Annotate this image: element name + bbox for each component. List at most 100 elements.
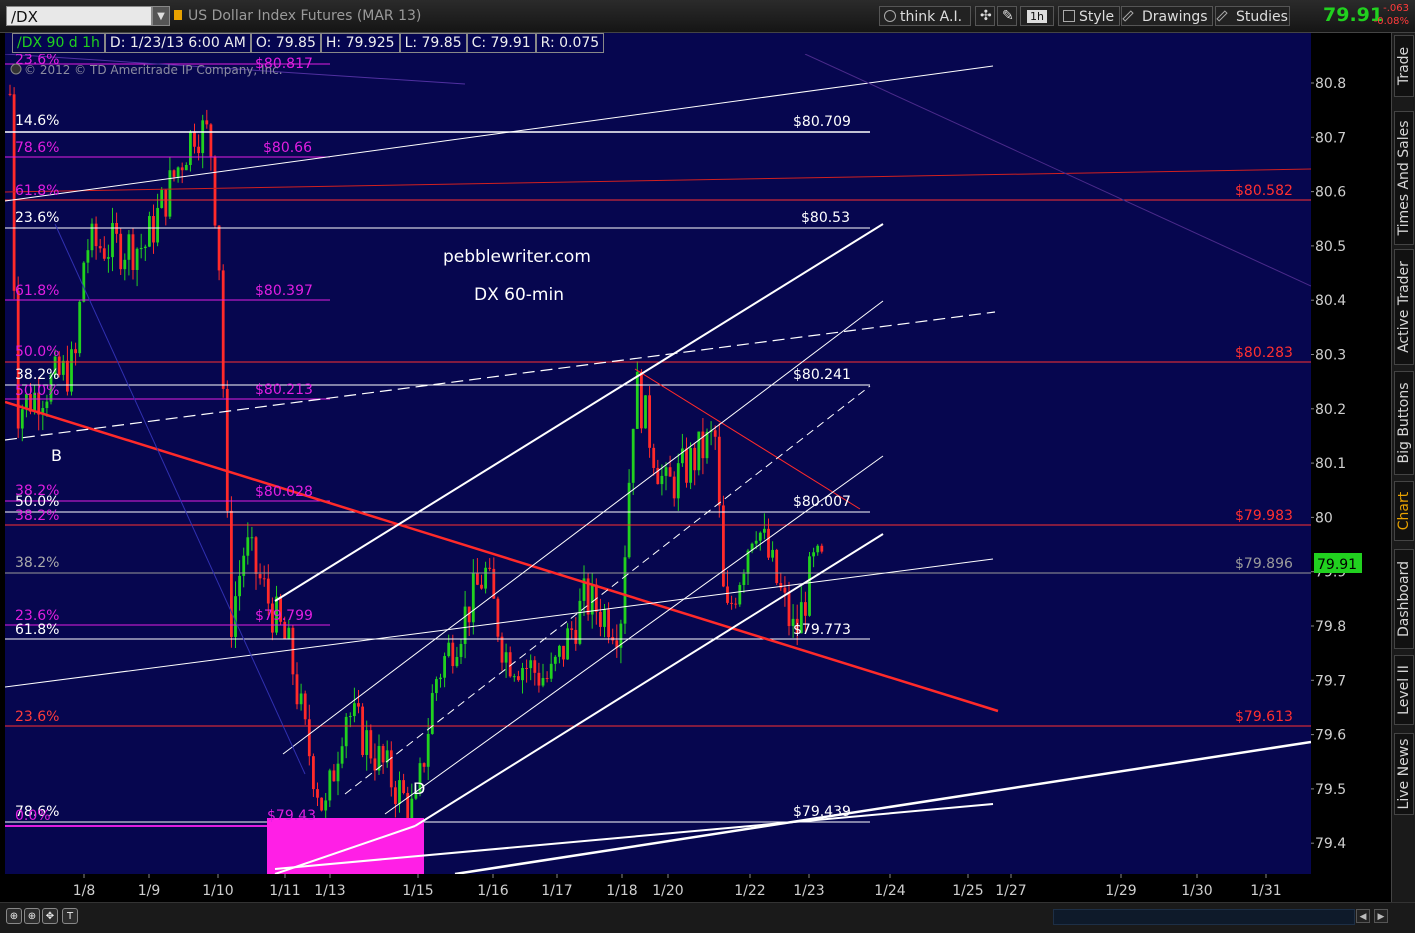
candle-body <box>676 463 680 499</box>
candle-body <box>250 537 254 539</box>
scroll-left-icon[interactable]: ◀ <box>1356 909 1370 923</box>
pct-500-magenta-b: 50.0% <box>15 383 59 399</box>
candle-body <box>373 758 377 771</box>
zoom-out-icon[interactable]: ⊕ <box>24 908 40 924</box>
candle-body <box>254 537 258 575</box>
style-button[interactable]: Style <box>1058 6 1120 26</box>
crosshair-tool-button[interactable]: ✣ <box>975 6 995 26</box>
candle-body <box>549 663 553 679</box>
zoom-in-icon[interactable]: ⊕ <box>6 908 22 924</box>
drawings-button[interactable]: Drawings <box>1121 6 1213 26</box>
tab-big-buttons[interactable]: Big Buttons <box>1394 371 1414 475</box>
candle-body <box>652 447 656 468</box>
price-tick-label: 79.8 <box>1315 619 1346 635</box>
time-tick-label: 1/25 <box>952 883 983 899</box>
tab-live-news[interactable]: Live News <box>1394 733 1414 815</box>
candle-body <box>328 770 332 801</box>
pan-icon[interactable]: ✥ <box>42 908 58 924</box>
candle-body <box>139 248 143 250</box>
studies-button[interactable]: Studies <box>1215 6 1290 26</box>
time-tick-label: 1/11 <box>269 883 300 899</box>
tab-active-trader[interactable]: Active Trader <box>1394 249 1414 365</box>
candle-body <box>681 448 684 464</box>
candle-body <box>455 656 459 667</box>
candle-body <box>689 447 692 483</box>
pct-236-magenta-b: 23.6% <box>15 608 59 624</box>
candle-body <box>398 780 401 805</box>
studies-icon <box>1216 10 1228 22</box>
think-ai-icon <box>884 10 896 22</box>
tab-times-and-sales-label: Times And Sales <box>1396 120 1412 236</box>
candle-body <box>164 189 168 217</box>
candle-body <box>525 667 528 669</box>
info-high: H: 79.925 <box>320 33 400 53</box>
candle-body <box>820 545 824 552</box>
price-tick-label: 79.7 <box>1315 673 1346 689</box>
pct-236-white: 23.6% <box>15 210 59 226</box>
scroll-right-icon[interactable]: ▶ <box>1374 909 1388 923</box>
tab-times-and-sales[interactable]: Times And Sales <box>1394 111 1414 245</box>
price-chart[interactable]: $80.709 $80.53 $80.241 $80.007 $79.773 $… <box>5 54 1311 874</box>
wrench-icon: ✎ <box>1002 8 1014 24</box>
candle-body <box>82 262 86 302</box>
think-ai-button[interactable]: think A.I. <box>879 6 971 26</box>
candle-body <box>787 592 791 627</box>
time-scrollbar[interactable] <box>1053 909 1355 925</box>
price-axis[interactable]: 80.880.780.680.580.480.380.280.18079.979… <box>1311 33 1388 902</box>
chart-menu-icon[interactable] <box>10 63 22 75</box>
tab-level-ii[interactable]: Level II <box>1394 655 1414 725</box>
candle-body <box>295 674 299 705</box>
tab-dashboard[interactable]: Dashboard <box>1394 549 1414 649</box>
drawings-label: Drawings <box>1142 9 1208 25</box>
candle-body <box>246 537 250 556</box>
watermark-site: pebblewriter.com <box>443 247 591 267</box>
tab-dashboard-label: Dashboard <box>1396 561 1412 637</box>
candle-body <box>471 572 475 623</box>
candle-body <box>631 428 635 483</box>
text-tool-icon[interactable]: T <box>62 908 78 924</box>
candle-body <box>107 257 110 259</box>
candle-body <box>521 667 524 681</box>
candle-body <box>262 578 266 580</box>
time-ticks: 1/8 1/9 1/10 1/11 1/13 1/15 1/16 1/17 1/18 1/20 1/… <box>73 874 1282 899</box>
time-tick-label: 1/13 <box>314 883 345 899</box>
time-axis[interactable]: 1/8 1/9 1/10 1/11 1/13 1/15 1/16 1/17 1/18 1/20 1/… <box>0 874 1312 902</box>
candle-body <box>389 750 393 788</box>
candle-body <box>685 448 688 483</box>
candle-body <box>693 447 697 471</box>
symbol-dropdown-button[interactable]: ▼ <box>152 6 170 26</box>
label-80397: $80.397 <box>255 283 313 299</box>
tab-active-trader-label: Active Trader <box>1396 261 1412 353</box>
candle-body <box>816 545 820 553</box>
tab-trade[interactable]: Trade <box>1394 35 1414 97</box>
channel-upper-line <box>274 223 884 602</box>
pct-236-red: 23.6% <box>15 709 59 725</box>
candle-body <box>156 207 159 243</box>
price-tick-label: 80.6 <box>1315 185 1346 201</box>
candle-body <box>664 467 668 476</box>
time-tick-label: 1/22 <box>734 883 765 899</box>
candle-body <box>570 628 574 630</box>
price-tick-label: 80.1 <box>1315 456 1346 472</box>
candle-body <box>184 164 188 171</box>
candle-body <box>512 676 516 678</box>
candle-body <box>205 120 209 125</box>
symbol-input[interactable]: /DX <box>6 6 152 26</box>
candle-body <box>648 395 651 448</box>
candle-body <box>324 800 328 811</box>
candle-body <box>143 246 147 249</box>
studies-label: Studies <box>1236 9 1288 25</box>
candle-body <box>78 301 82 354</box>
candle-body <box>717 436 721 506</box>
candle-body <box>599 611 602 627</box>
trend-line-red-upper <box>5 168 1311 193</box>
candle-body <box>496 598 500 637</box>
timeframe-button[interactable]: 1h <box>1020 6 1054 26</box>
tab-chart[interactable]: Chart <box>1394 481 1414 541</box>
pct-146: 14.6% <box>15 113 59 129</box>
wrench-tool-button[interactable]: ✎ <box>997 6 1017 26</box>
time-tick-label: 1/20 <box>652 883 683 899</box>
wave-label-d: D <box>413 779 425 798</box>
candle-body <box>701 431 705 459</box>
candle-body <box>537 672 541 686</box>
